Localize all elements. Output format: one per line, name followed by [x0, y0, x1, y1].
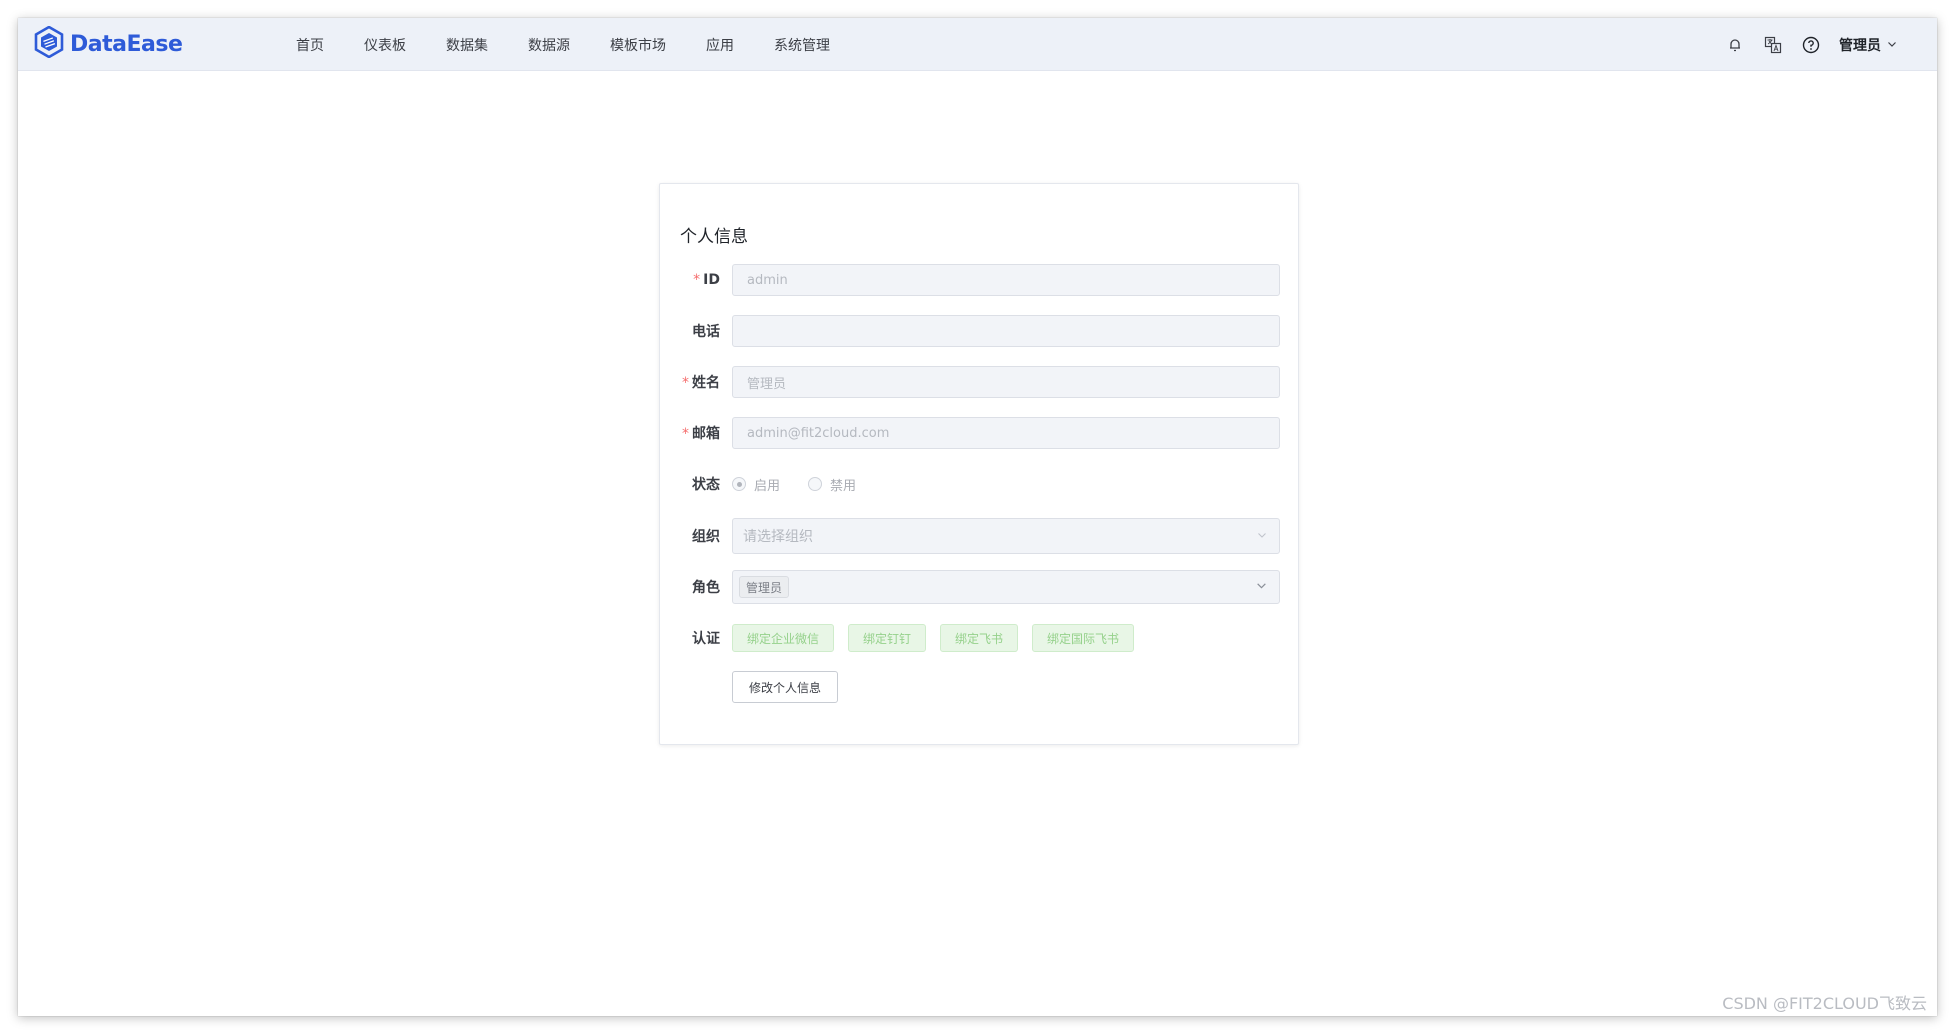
- radio-unchecked-icon: [808, 477, 823, 491]
- status-label: 状态: [692, 477, 720, 493]
- org-select[interactable]: 请选择组织: [732, 518, 1280, 554]
- nav-item-system-admin[interactable]: 系统管理: [774, 35, 830, 55]
- page-title: 个人信息: [680, 227, 748, 247]
- name-label: 姓名: [692, 375, 720, 391]
- form-row-name: * 姓名 管理员: [660, 366, 1300, 398]
- main-nav: 首页 仪表板 数据集 数据源 模板市场 应用 系统管理: [296, 18, 870, 71]
- role-tag: 管理员: [739, 576, 790, 598]
- id-field[interactable]: admin: [732, 264, 1280, 296]
- watermark: CSDN @FIT2CLOUD飞致云: [1722, 994, 1927, 1013]
- form-row-org: 组织 请选择组织: [660, 518, 1300, 554]
- chevron-down-icon: [1887, 37, 1897, 53]
- name-field[interactable]: 管理员: [732, 366, 1280, 398]
- brand-logo[interactable]: DataEase: [34, 25, 183, 62]
- top-navbar: DataEase 首页 仪表板 数据集 数据源 模板市场 应用 系统管理 管理员: [18, 18, 1937, 71]
- nav-item-apps[interactable]: 应用: [706, 35, 734, 55]
- nav-item-dashboard[interactable]: 仪表板: [364, 35, 406, 55]
- dataease-logo-icon: [34, 25, 64, 62]
- edit-profile-button[interactable]: 修改个人信息: [732, 671, 839, 703]
- nav-item-template-market[interactable]: 模板市场: [610, 35, 666, 55]
- id-label: ID: [703, 272, 720, 288]
- radio-checked-icon: [732, 477, 746, 491]
- form-row-id: * ID admin: [660, 264, 1300, 296]
- status-radio-disabled[interactable]: 禁用: [808, 475, 856, 494]
- bell-icon[interactable]: [1725, 35, 1745, 55]
- nav-item-dataset[interactable]: 数据集: [446, 35, 488, 55]
- org-select-placeholder: 请选择组织: [743, 529, 813, 545]
- form-row-auth: 认证 绑定企业微信 绑定钉钉 绑定飞书 绑定国际飞书: [660, 622, 1300, 654]
- user-menu[interactable]: 管理员: [1839, 35, 1897, 55]
- form-row-email: * 邮箱 admin@fit2cloud.com: [660, 417, 1300, 449]
- required-mark: *: [682, 375, 689, 391]
- role-label: 角色: [692, 580, 720, 596]
- form-row-status: 状态 启用 禁用: [660, 468, 1300, 500]
- email-field[interactable]: admin@fit2cloud.com: [732, 417, 1280, 449]
- form-row-phone: 电话: [660, 315, 1300, 347]
- status-radio-group: 启用 禁用: [732, 475, 856, 494]
- bind-wecom-button[interactable]: 绑定企业微信: [732, 624, 835, 652]
- form-row-actions: 修改个人信息: [660, 671, 1300, 703]
- auth-buttons: 绑定企业微信 绑定钉钉 绑定飞书 绑定国际飞书: [732, 624, 1135, 652]
- bind-lark-intl-button[interactable]: 绑定国际飞书: [1032, 624, 1135, 652]
- brand-name: DataEase: [70, 31, 183, 57]
- status-radio-enabled[interactable]: 启用: [732, 475, 780, 494]
- auth-label: 认证: [692, 631, 720, 647]
- role-select[interactable]: 管理员: [732, 570, 1280, 604]
- bind-dingtalk-button[interactable]: 绑定钉钉: [848, 624, 927, 652]
- app-window: DataEase 首页 仪表板 数据集 数据源 模板市场 应用 系统管理 管理员: [18, 18, 1937, 1016]
- nav-item-home[interactable]: 首页: [296, 35, 324, 55]
- nav-item-datasource[interactable]: 数据源: [528, 35, 570, 55]
- bind-lark-button[interactable]: 绑定飞书: [940, 624, 1019, 652]
- chevron-down-icon: [1257, 529, 1267, 544]
- phone-field[interactable]: [732, 315, 1280, 347]
- required-mark: *: [693, 272, 701, 288]
- phone-label: 电话: [692, 324, 720, 340]
- chevron-down-icon: [1256, 580, 1267, 595]
- user-name: 管理员: [1839, 37, 1881, 54]
- required-mark: *: [682, 426, 689, 442]
- email-label: 邮箱: [692, 426, 720, 442]
- header-tools: 管理员: [1725, 18, 1897, 71]
- translate-icon[interactable]: [1763, 35, 1783, 55]
- form-row-role: 角色 管理员: [660, 570, 1300, 604]
- profile-card: 个人信息 * ID admin 电话 * 姓名 管理员 * 邮箱 admin@fit2…: [659, 183, 1299, 745]
- main-content: 个人信息 * ID admin 电话 * 姓名 管理员 * 邮箱 admin@fit2…: [18, 71, 1937, 1016]
- help-icon[interactable]: [1801, 35, 1821, 55]
- org-label: 组织: [692, 529, 720, 545]
